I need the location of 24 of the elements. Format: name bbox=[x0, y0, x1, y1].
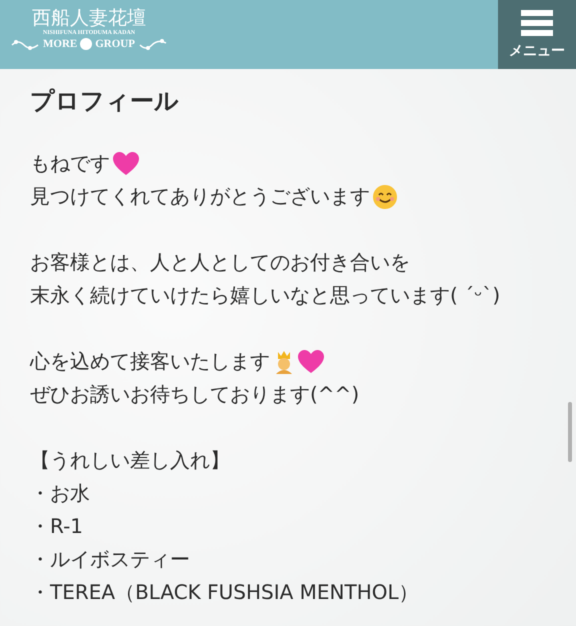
smiley-icon bbox=[373, 184, 397, 208]
profile-text: 心を込めて接客いたします bbox=[30, 348, 270, 375]
profile-text: 見つけてくれてありがとうございます bbox=[30, 183, 370, 210]
menu-button[interactable]: メニュー bbox=[498, 0, 576, 69]
profile-text: ・TEREA（BLACK FUSHSIA MENTHOL） bbox=[30, 579, 419, 606]
vine-ornament-icon bbox=[10, 37, 40, 51]
profile-text: ・R-1 bbox=[30, 513, 84, 540]
profile-text: ・お水 bbox=[30, 480, 90, 507]
logo-title: 西船人妻花壇 bbox=[32, 7, 146, 29]
profile-text: もねです bbox=[30, 150, 110, 177]
profile-text: ぜひお誘いお待ちしております(^^) bbox=[30, 381, 360, 408]
logo-word: GROUP bbox=[95, 38, 135, 50]
scrollbar[interactable] bbox=[568, 402, 572, 462]
menu-icon bbox=[521, 10, 553, 36]
vine-ornament-icon bbox=[138, 37, 168, 51]
profile-text: お客様とは、人と人としてのお付き合いを bbox=[30, 249, 410, 276]
profile-text: 【うれしい差し入れ】 bbox=[30, 447, 230, 474]
heart-icon bbox=[298, 350, 324, 374]
profile-text: 末永く続けていけたら嬉しいなと思っています( ˊᵕˋ) bbox=[30, 282, 500, 309]
circle-emblem-icon bbox=[80, 38, 92, 50]
logo-word: MORE bbox=[43, 38, 78, 50]
profile-text: ・ルイボスティー bbox=[30, 546, 190, 573]
heart-icon bbox=[113, 152, 139, 176]
section-title: プロフィール bbox=[30, 86, 180, 117]
